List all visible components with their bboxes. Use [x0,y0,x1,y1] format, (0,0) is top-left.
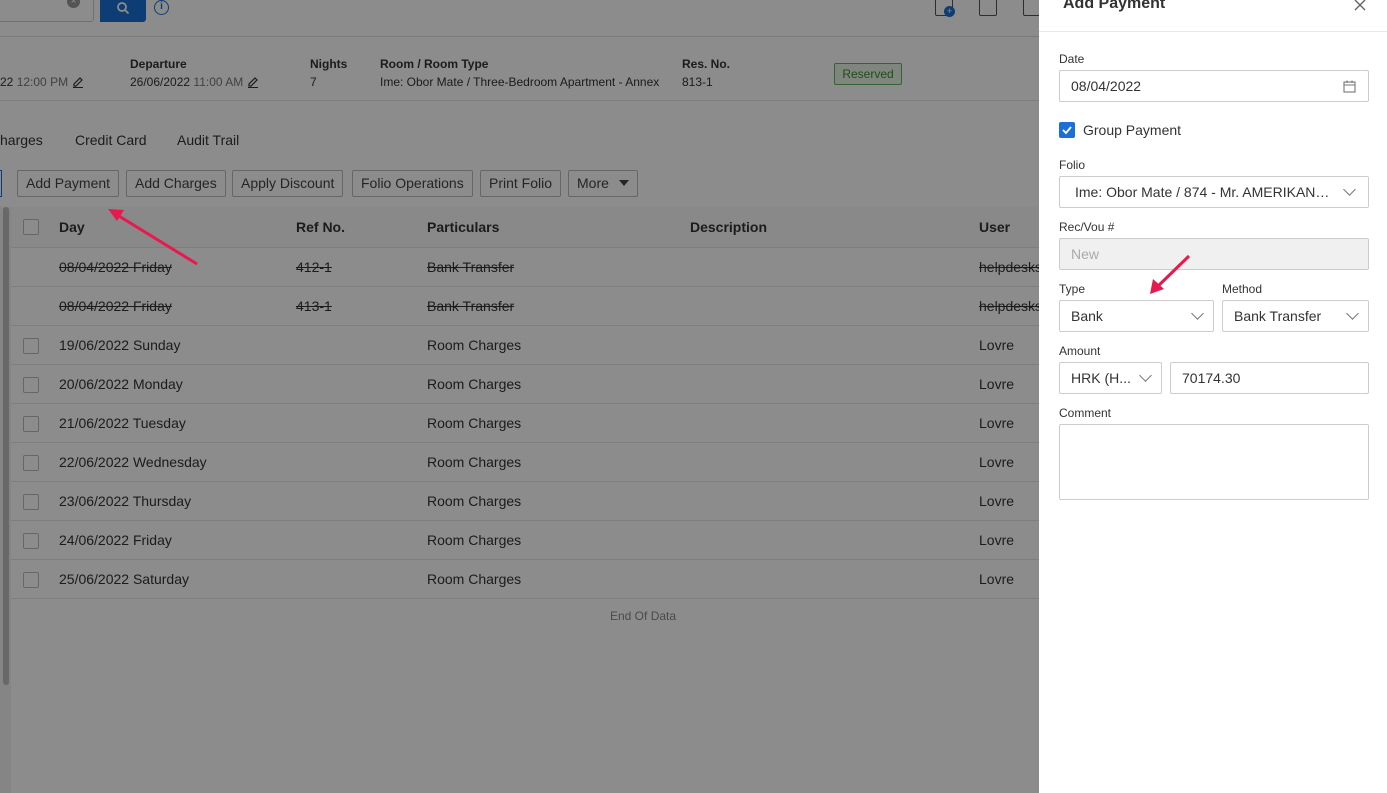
group-payment-label[interactable]: Group Payment [1083,122,1181,138]
method-label: Method [1222,282,1263,296]
close-icon[interactable] [1353,0,1367,12]
folio-label: Folio [1059,158,1086,172]
calendar-icon[interactable] [1343,80,1356,93]
add-payment-drawer: Add Payment Date 08/04/2022 Group Paymen… [1039,0,1387,793]
recvou-field: New [1059,238,1369,270]
folio-select[interactable]: Ime: Obor Mate / 874 - Mr. AMERIKANCI... [1059,176,1369,208]
comment-textarea[interactable] [1059,424,1369,500]
check-icon [1062,126,1072,135]
comment-label: Comment [1059,406,1112,420]
currency-select[interactable]: HRK (H... [1059,362,1162,394]
type-select[interactable]: Bank [1059,300,1214,332]
date-label: Date [1059,52,1085,66]
folio-value: Ime: Obor Mate / 874 - Mr. AMERIKANCI... [1075,184,1342,200]
amount-label: Amount [1059,344,1101,358]
type-value: Bank [1071,308,1103,324]
date-field[interactable]: 08/04/2022 [1059,70,1369,102]
amount-value: 70174.30 [1182,370,1241,386]
currency-value: HRK (H... [1071,370,1131,386]
chevron-down-icon [1346,307,1359,320]
type-label: Type [1059,282,1086,296]
method-select[interactable]: Bank Transfer [1222,300,1369,332]
chevron-down-icon [1191,307,1204,320]
chevron-down-icon [1139,369,1152,382]
chevron-down-icon [1343,183,1356,196]
drawer-header: Add Payment [1039,0,1387,32]
recvou-placeholder: New [1071,246,1100,262]
group-payment-checkbox[interactable] [1059,122,1075,138]
amount-input[interactable]: 70174.30 [1170,362,1369,394]
method-value: Bank Transfer [1234,308,1322,324]
drawer-title: Add Payment [1063,0,1166,12]
date-value: 08/04/2022 [1071,78,1142,94]
recvou-label: Rec/Vou # [1059,220,1115,234]
